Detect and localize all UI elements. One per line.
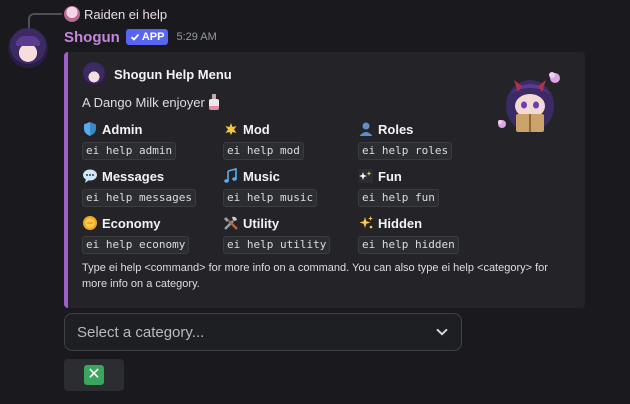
- field-command: ei help economy: [82, 236, 190, 254]
- embed-author-name: Shogun Help Menu: [114, 66, 232, 82]
- field-title: Fun: [378, 168, 402, 184]
- field-command: ei help hidden: [358, 236, 459, 254]
- sparkles-icon: [358, 168, 374, 184]
- field-roles: Roles ei help roles: [358, 120, 498, 160]
- category-select[interactable]: Select a category...: [64, 313, 462, 351]
- field-command: ei help messages: [82, 189, 196, 207]
- app-badge-label: APP: [141, 31, 165, 43]
- field-command: ei help utility: [223, 236, 331, 254]
- reply-connector: [28, 13, 62, 29]
- author-icon: [82, 62, 106, 86]
- field-command: ei help music: [223, 189, 318, 207]
- embed-description: A Dango Milk enjoyer: [82, 94, 219, 110]
- field-title: Roles: [378, 121, 414, 137]
- speech-balloon-icon: [82, 168, 98, 184]
- field-title: Hidden: [378, 215, 423, 231]
- thumbnail-image[interactable]: [492, 66, 564, 138]
- field-music: Music ei help music: [223, 167, 363, 207]
- field-title: Mod: [243, 121, 270, 137]
- embed-footer-text: Type ei help <command> for more info on …: [82, 262, 548, 290]
- cross-mark-icon: ✕: [84, 365, 104, 385]
- reply-avatar[interactable]: [64, 6, 80, 22]
- checkmark-icon: [130, 33, 139, 41]
- field-economy: Economy ei help economy: [82, 214, 222, 254]
- select-placeholder: Select a category...: [77, 323, 205, 341]
- field-command: ei help admin: [82, 142, 177, 160]
- field-command: ei help mod: [223, 142, 304, 160]
- field-title: Admin: [102, 121, 143, 137]
- username[interactable]: Shogun: [64, 29, 120, 46]
- field-mod: Mod ei help mod: [223, 120, 363, 160]
- field-fun: Fun ei help fun: [358, 167, 498, 207]
- field-command: ei help fun: [358, 189, 439, 207]
- field-hidden: Hidden ei help hidden: [358, 214, 498, 254]
- field-utility: Utility ei help utility: [223, 214, 363, 254]
- embed-author: Shogun Help Menu: [82, 62, 232, 86]
- sparkle-icon: [358, 215, 374, 231]
- field-title: Economy: [102, 215, 161, 231]
- user-icon: [358, 121, 374, 137]
- message-header: Shogun APP 5:29 AM: [64, 27, 217, 47]
- field-title: Messages: [102, 168, 165, 184]
- field-command: ei help roles: [358, 142, 453, 160]
- reply-preview[interactable]: Raiden ei help: [64, 5, 167, 23]
- chevron-down-icon: [436, 328, 448, 336]
- reply-text[interactable]: Raiden ei help: [84, 7, 167, 22]
- milk-bottle-icon: [208, 94, 219, 110]
- timestamp[interactable]: 5:29 AM: [176, 31, 216, 43]
- embed-description-text: A Dango Milk enjoyer: [82, 94, 205, 110]
- field-title: Utility: [243, 215, 280, 231]
- field-messages: Messages ei help messages: [82, 167, 222, 207]
- field-admin: Admin ei help admin: [82, 120, 222, 160]
- help-embed: Shogun Help Menu A Dango Milk enjoyer Ad…: [64, 52, 585, 308]
- field-title: Music: [243, 168, 280, 184]
- shield-icon: [82, 121, 98, 137]
- app-badge: APP: [125, 29, 169, 45]
- avatar[interactable]: [8, 28, 48, 68]
- coin-icon: [82, 215, 98, 231]
- cancel-button[interactable]: ✕: [64, 359, 124, 391]
- tools-icon: [223, 215, 239, 231]
- music-notes-icon: [223, 168, 239, 184]
- mod-icon: [223, 121, 239, 137]
